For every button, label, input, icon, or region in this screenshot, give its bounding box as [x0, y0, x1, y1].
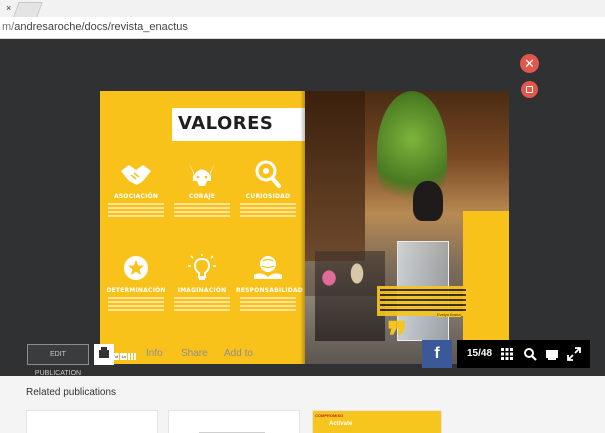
value-asociacion: ASOCIACIÓN	[104, 159, 168, 219]
page-count: 15/48	[467, 348, 493, 359]
related-card[interactable]: COMPROMISO Actívate	[312, 410, 442, 433]
value-text	[104, 297, 168, 311]
url-prefix: m/	[2, 21, 15, 33]
photo-crowd	[315, 251, 385, 341]
facebook-share-button[interactable]: f	[422, 340, 452, 368]
browser-tab-strip: ×	[0, 0, 605, 17]
related-card[interactable]	[26, 410, 158, 433]
related-card[interactable]	[168, 410, 300, 433]
add-to-link[interactable]: Add to	[224, 348, 253, 359]
mini-nav-bar[interactable]	[130, 353, 133, 360]
photo-wall	[305, 91, 365, 261]
share-link[interactable]: Share	[181, 348, 208, 359]
handshake-icon	[121, 165, 151, 185]
publication-viewer: VALORES ASOCIACIÓN CORAJE CURIOSIDAD DET…	[0, 39, 605, 376]
value-label: ASOCIACIÓN	[113, 193, 159, 200]
card-tagline: COMPROMISO	[315, 413, 344, 418]
left-page[interactable]: VALORES ASOCIACIÓN CORAJE CURIOSIDAD DET…	[100, 91, 305, 364]
print-icon	[99, 347, 109, 358]
value-label: RESPONSABILIDAD	[236, 287, 303, 294]
magnifier-icon	[255, 160, 281, 188]
new-tab-button[interactable]	[13, 2, 43, 17]
mini-nav-page[interactable]: 1a	[120, 353, 127, 360]
value-label: CURIOSIDAD	[245, 193, 291, 200]
search-icon[interactable]	[523, 347, 537, 361]
right-page-photo[interactable]: ❞ Evelyn Ibarra	[305, 91, 509, 364]
related-title: Related publications	[26, 387, 117, 398]
value-label: DETERMINACIÓN	[106, 287, 166, 294]
value-text	[236, 297, 300, 311]
value-curiosidad: CURIOSIDAD	[236, 159, 300, 219]
value-determinacion: DETERMINACIÓN	[104, 253, 168, 313]
value-text	[104, 203, 168, 217]
value-responsabilidad: RESPONSABILIDAD	[236, 253, 303, 313]
reading-mode-icon[interactable]	[545, 347, 559, 361]
print-button[interactable]	[94, 344, 114, 365]
clip-icon	[526, 86, 533, 93]
mini-nav-bar[interactable]	[127, 353, 130, 360]
url-path: andresaroche/docs/revista_enactus	[14, 21, 188, 33]
mini-nav-bar[interactable]	[133, 353, 136, 360]
edit-publication-button[interactable]: EDIT PUBLICATION	[27, 344, 89, 377]
star-badge-icon	[124, 256, 148, 280]
reader-tools: 15/48	[457, 340, 590, 368]
tab-close-icon[interactable]: ×	[6, 3, 11, 13]
value-text	[170, 203, 234, 217]
hands-globe-icon	[254, 256, 282, 279]
value-coraje: CORAJE	[170, 159, 234, 219]
photo-speaker	[413, 181, 443, 221]
viking-helmet-icon	[189, 163, 215, 186]
related-publications: Related publications COMPROMISO Actívate	[0, 376, 605, 433]
value-text	[170, 297, 234, 311]
address-bar[interactable]: m/andresaroche/docs/revista_enactus	[0, 17, 605, 39]
title-box: VALORES	[172, 108, 305, 141]
url-text[interactable]: m/andresaroche/docs/revista_enactus	[2, 21, 188, 33]
grid-icon[interactable]	[500, 347, 514, 361]
info-link[interactable]: Info	[146, 348, 163, 359]
quote-mark-icon: ❞	[387, 313, 408, 358]
value-imaginacion: IMAGINACIÓN	[170, 253, 234, 313]
value-label: IMAGINACIÓN	[177, 287, 227, 294]
value-label: CORAJE	[188, 193, 216, 200]
close-viewer-button[interactable]: ✕	[520, 54, 539, 73]
clip-button[interactable]	[521, 81, 538, 98]
quote-signature: Evelyn Ibarra	[437, 312, 461, 317]
page-title: VALORES	[178, 113, 274, 134]
card-cta: Actívate	[329, 421, 353, 427]
fullscreen-icon[interactable]	[567, 347, 581, 361]
lightbulb-icon	[188, 254, 216, 280]
value-text	[236, 203, 300, 217]
